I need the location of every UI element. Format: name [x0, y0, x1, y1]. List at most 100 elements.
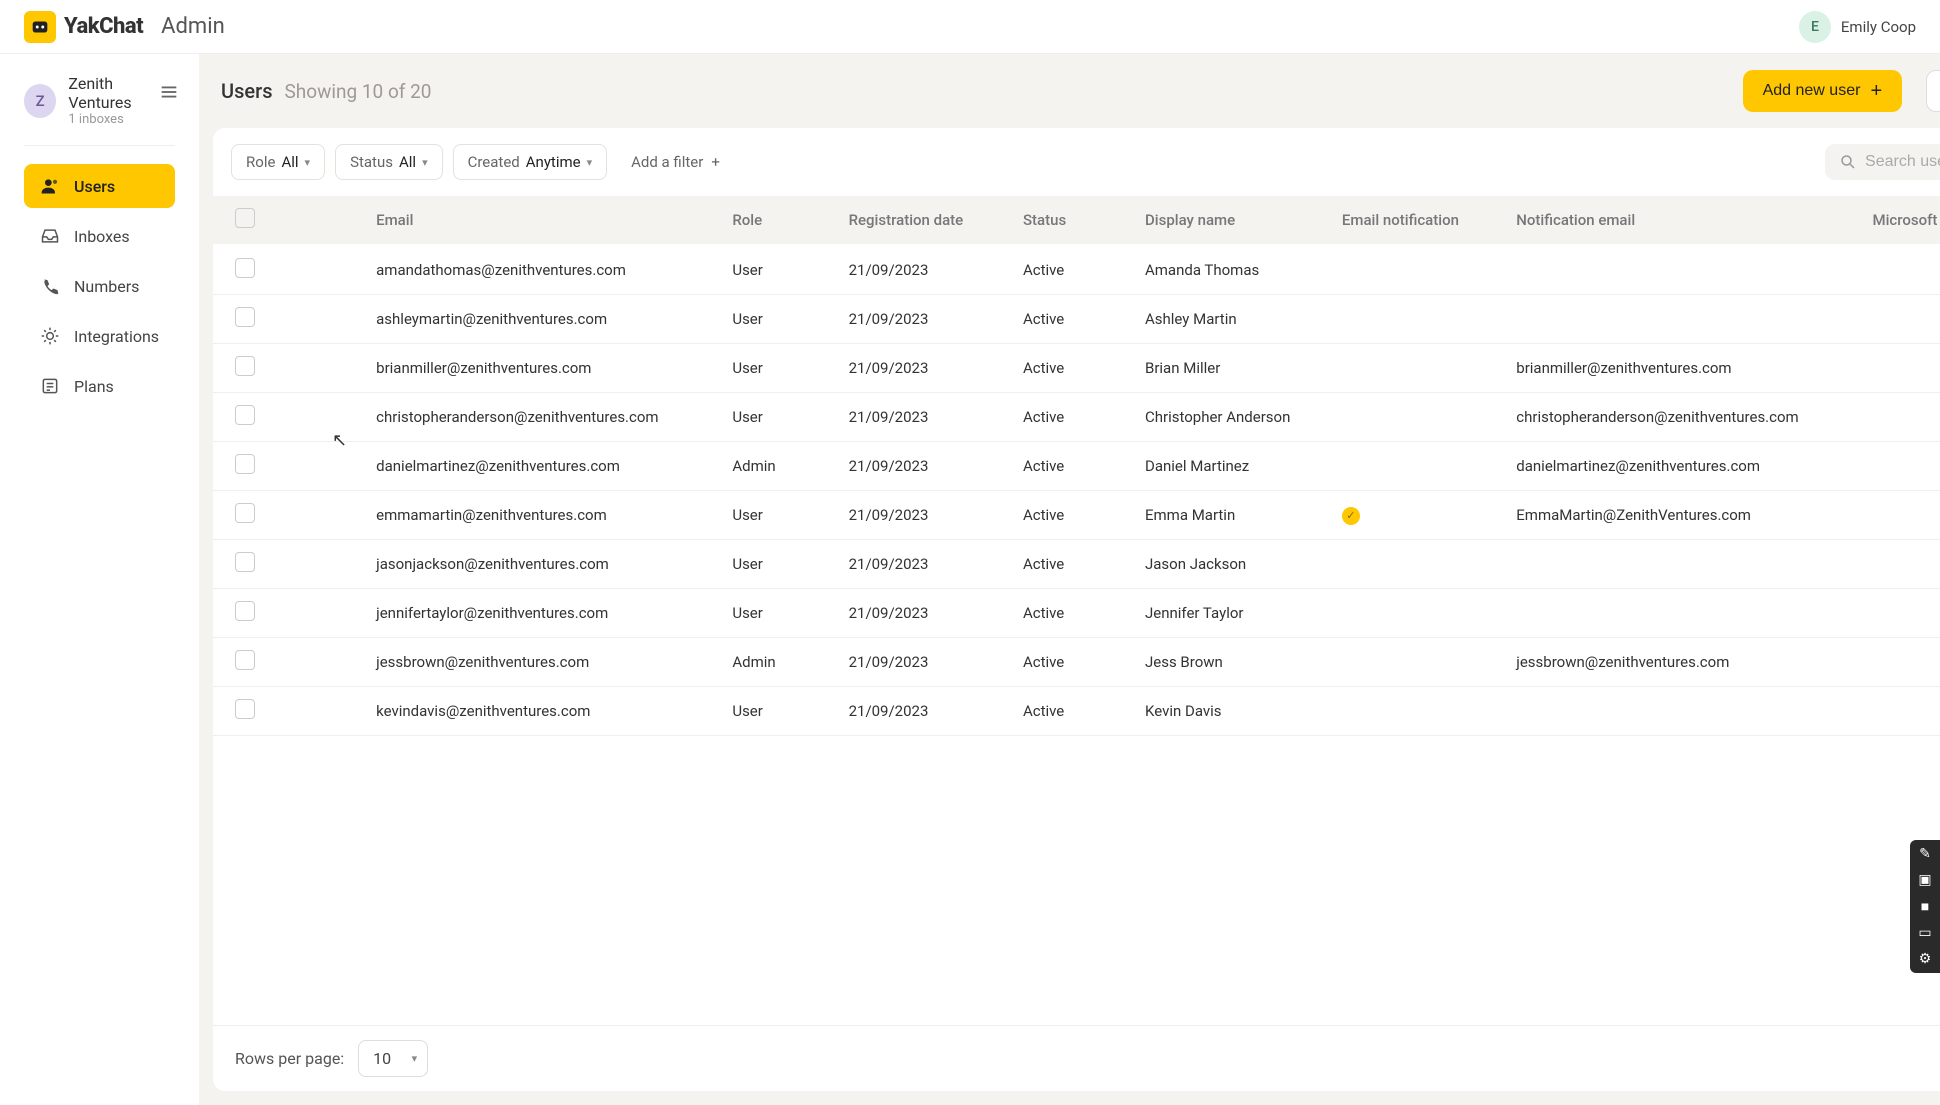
cell-notifemail: EmmaMartin@ZenithVentures.com	[1504, 491, 1860, 540]
cell-display: Jess Brown	[1133, 638, 1330, 687]
cell-notifemail	[1504, 687, 1860, 736]
cell-msloc	[1860, 393, 1940, 442]
filter-created-label: Created	[468, 153, 520, 171]
filter-status[interactable]: Status All ▾	[335, 144, 443, 180]
cell-status: Active	[1011, 442, 1133, 491]
th-notifemail[interactable]: Notification email	[1504, 196, 1860, 244]
widget-camera-icon[interactable]: ▣	[1918, 872, 1931, 888]
table-row[interactable]: jasonjackson@zenithventures.comUser21/09…	[213, 540, 1940, 589]
cell-email: danielmartinez@zenithventures.com	[364, 442, 720, 491]
search-box[interactable]	[1825, 144, 1940, 180]
user-avatar: E	[1799, 11, 1831, 43]
search-input[interactable]	[1865, 153, 1940, 171]
cell-role: Admin	[720, 442, 836, 491]
select-all-checkbox[interactable]	[235, 208, 255, 228]
filter-created[interactable]: Created Anytime ▾	[453, 144, 608, 180]
table-row[interactable]: brianmiller@zenithventures.comUser21/09/…	[213, 344, 1940, 393]
cell-notif	[1330, 540, 1504, 589]
table-row[interactable]: christopheranderson@zenithventures.comUs…	[213, 393, 1940, 442]
sidebar-item-integrations[interactable]: Integrations	[24, 314, 175, 358]
rpp-label: Rows per page:	[235, 1049, 344, 1068]
table-row[interactable]: emmamartin@zenithventures.comUser21/09/2…	[213, 491, 1940, 540]
row-checkbox[interactable]	[235, 650, 255, 670]
users-panel: Role All ▾ Status All ▾ Created Anytime …	[213, 128, 1940, 1091]
plus-icon: +	[1870, 81, 1882, 101]
widget-gear-icon[interactable]: ⚙	[1919, 951, 1932, 967]
cell-email: christopheranderson@zenithventures.com	[364, 393, 720, 442]
inbox-icon	[40, 226, 60, 246]
cell-notifemail: brianmiller@zenithventures.com	[1504, 344, 1860, 393]
cell-email: amandathomas@zenithventures.com	[364, 244, 720, 295]
widget-rocket-icon[interactable]: ✎	[1919, 846, 1931, 862]
filter-status-value: All	[399, 153, 416, 171]
th-display[interactable]: Display name	[1133, 196, 1330, 244]
sidebar-item-plans[interactable]: Plans	[24, 364, 175, 408]
users-icon	[40, 176, 60, 196]
cell-date: 21/09/2023	[837, 687, 1011, 736]
table-row[interactable]: amandathomas@zenithventures.comUser21/09…	[213, 244, 1940, 295]
cell-email: jennifertaylor@zenithventures.com	[364, 589, 720, 638]
cell-notif	[1330, 687, 1504, 736]
cell-email: brianmiller@zenithventures.com	[364, 344, 720, 393]
cell-notif	[1330, 295, 1504, 344]
rpp-select[interactable]: 10 ▾	[358, 1040, 428, 1077]
row-checkbox[interactable]	[235, 552, 255, 572]
sidebar-item-numbers[interactable]: Numbers	[24, 264, 175, 308]
org-sub: 1 inboxes	[68, 112, 175, 127]
widget-video-icon[interactable]: ■	[1921, 898, 1929, 915]
sidebar-item-users[interactable]: Users	[24, 164, 175, 208]
logo[interactable]: YakChat Admin	[24, 11, 225, 43]
cell-notif	[1330, 638, 1504, 687]
menu-toggle-icon[interactable]	[153, 76, 185, 108]
row-checkbox[interactable]	[235, 601, 255, 621]
cell-status: Active	[1011, 638, 1133, 687]
row-checkbox[interactable]	[235, 307, 255, 327]
row-checkbox[interactable]	[235, 356, 255, 376]
th-role[interactable]: Role	[720, 196, 836, 244]
cell-display: Emma Martin	[1133, 491, 1330, 540]
sidebar-item-inboxes[interactable]: Inboxes	[24, 214, 175, 258]
table-row[interactable]: ashleymartin@zenithventures.comUser21/09…	[213, 295, 1940, 344]
row-checkbox[interactable]	[235, 503, 255, 523]
add-user-button[interactable]: Add new user +	[1743, 70, 1903, 112]
cell-date: 21/09/2023	[837, 589, 1011, 638]
import-users-button[interactable]: Import users	[1926, 70, 1940, 112]
th-notif[interactable]: Email notification	[1330, 196, 1504, 244]
table-row[interactable]: kevindavis@zenithventures.comUser21/09/2…	[213, 687, 1940, 736]
cell-email: ashleymartin@zenithventures.com	[364, 295, 720, 344]
cell-role: User	[720, 393, 836, 442]
filter-role-label: Role	[246, 153, 275, 171]
cell-msloc	[1860, 687, 1940, 736]
cell-role: User	[720, 244, 836, 295]
cell-role: User	[720, 491, 836, 540]
rpp-value: 10	[373, 1049, 391, 1068]
cell-role: Admin	[720, 638, 836, 687]
row-checkbox[interactable]	[235, 258, 255, 278]
row-checkbox[interactable]	[235, 699, 255, 719]
th-email[interactable]: Email	[364, 196, 720, 244]
content-header: Users Showing 10 of 20 Add new user + Im…	[199, 54, 1940, 128]
cell-status: Active	[1011, 393, 1133, 442]
pagination-bar: Rows per page: 10 ▾ ‹ 1 2 ›	[213, 1025, 1940, 1091]
table-row[interactable]: danielmartinez@zenithventures.comAdmin21…	[213, 442, 1940, 491]
logo-icon	[24, 11, 56, 43]
plus-icon: +	[711, 153, 720, 171]
table-row[interactable]: jennifertaylor@zenithventures.comUser21/…	[213, 589, 1940, 638]
th-date[interactable]: Registration date	[837, 196, 1011, 244]
page-prev[interactable]: ‹	[1936, 1042, 1940, 1075]
row-checkbox[interactable]	[235, 405, 255, 425]
current-user[interactable]: E Emily Coop	[1799, 11, 1916, 43]
widget-display-icon[interactable]: ▭	[1918, 925, 1931, 941]
cell-notifemail	[1504, 589, 1860, 638]
cell-notifemail	[1504, 244, 1860, 295]
sidebar-item-label: Inboxes	[74, 227, 130, 246]
th-msloc[interactable]: Microsoft contact loc	[1860, 196, 1940, 244]
table-row[interactable]: jessbrown@zenithventures.comAdmin21/09/2…	[213, 638, 1940, 687]
feedback-widget[interactable]: ✎ ▣ ■ ▭ ⚙	[1910, 840, 1940, 973]
filter-role[interactable]: Role All ▾	[231, 144, 325, 180]
row-checkbox[interactable]	[235, 454, 255, 474]
th-status[interactable]: Status	[1011, 196, 1133, 244]
add-filter-button[interactable]: Add a filter +	[617, 145, 734, 179]
cell-notifemail	[1504, 295, 1860, 344]
cell-msloc	[1860, 638, 1940, 687]
